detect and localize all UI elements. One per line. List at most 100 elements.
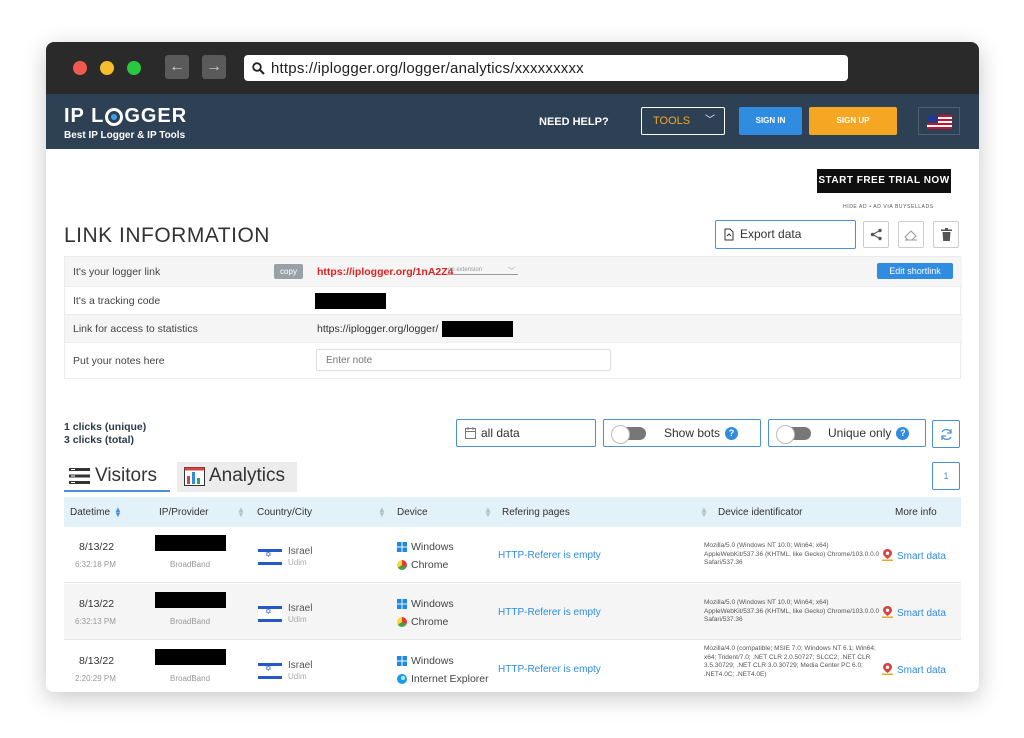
row-referer[interactable]: HTTP-Referer is empty <box>498 607 601 618</box>
tab-analytics-label: Analytics <box>209 465 286 486</box>
calendar-icon <box>465 427 476 439</box>
url-text: https://iplogger.org/logger/analytics/xx… <box>271 59 584 77</box>
export-data-button[interactable]: Export data <box>715 220 856 249</box>
stats-link-row: Link for access to statistics https://ip… <box>65 315 962 343</box>
column-device[interactable]: Device <box>397 507 428 518</box>
windows-icon <box>397 656 407 666</box>
row-time: 6:32:18 PM <box>75 560 116 569</box>
israel-flag-icon <box>258 606 282 622</box>
row-city: Udim <box>288 558 307 567</box>
israel-flag-icon <box>258 663 282 679</box>
row-provider: BroadBand <box>170 617 211 626</box>
date-filter-value: all data <box>481 426 520 440</box>
forward-arrow-icon[interactable]: → <box>202 55 226 79</box>
search-icon <box>252 61 265 75</box>
tab-analytics[interactable]: Analytics <box>177 462 297 492</box>
row-country: Israel <box>288 546 313 557</box>
export-data-label: Export data <box>740 227 802 241</box>
column-identificator[interactable]: Device identificator <box>718 507 802 518</box>
logger-link[interactable]: https://iplogger.org/1nA2Z4 <box>317 266 454 278</box>
row-date: 8/13/22 <box>79 655 115 667</box>
redacted-ip <box>155 535 226 551</box>
windows-icon <box>397 599 407 609</box>
copy-button[interactable]: copy <box>274 264 303 279</box>
sort-device-icon[interactable]: ▲ ▼ <box>484 506 492 519</box>
chevron-down-icon: ﹀ <box>705 115 715 126</box>
need-help-link[interactable]: NEED HELP? <box>539 116 609 128</box>
trash-icon <box>940 228 952 241</box>
site-logo[interactable]: IP L GGER Best IP Logger & IP Tools <box>64 105 187 141</box>
show-bots-label: Show bots? <box>664 420 739 446</box>
sign-in-button[interactable]: SIGN IN <box>739 107 802 135</box>
show-bots-text: Show bots <box>664 426 721 440</box>
stats-link[interactable]: https://iplogger.org/logger/ <box>317 323 438 335</box>
row-user-agent: Mozilla/4.0 (compatible; MSIE 7.0; Windo… <box>704 645 876 678</box>
sort-datetime-icon[interactable]: ▲ ▼ <box>114 506 122 519</box>
redacted-ip <box>155 592 226 608</box>
show-bots-toggle[interactable] <box>611 425 646 444</box>
row-user-agent: Mozilla/5.0 (Windows NT 10.0; Win64; x64… <box>704 542 880 566</box>
address-bar[interactable]: https://iplogger.org/logger/analytics/xx… <box>244 55 848 81</box>
row-time: 2:20:29 PM <box>75 674 116 683</box>
row-os: Windows <box>411 655 454 667</box>
sort-country-icon[interactable]: ▲ ▼ <box>378 506 386 519</box>
row-referer[interactable]: HTTP-Referer is empty <box>498 550 601 561</box>
show-bots-filter: Show bots? <box>603 419 761 447</box>
column-ip[interactable]: IP/Provider <box>159 507 208 518</box>
back-arrow-icon[interactable]: ← <box>165 55 189 79</box>
sort-ip-icon[interactable]: ▲ ▼ <box>237 506 245 519</box>
notes-row: Put your notes here <box>65 343 962 379</box>
refresh-button[interactable] <box>932 420 960 448</box>
page-1-button[interactable]: 1 <box>932 462 960 490</box>
export-icon <box>724 228 734 241</box>
help-icon[interactable]: ? <box>725 427 739 440</box>
language-selector[interactable] <box>918 107 960 135</box>
logo-tagline: Best IP Logger & IP Tools <box>64 130 186 141</box>
row-os: Windows <box>411 598 454 610</box>
maximize-window-button[interactable] <box>127 61 141 75</box>
tab-visitors-label: Visitors <box>95 465 157 486</box>
help-icon[interactable]: ? <box>896 427 910 440</box>
row-provider: BroadBand <box>170 560 211 569</box>
row-browser: Internet Explorer <box>411 673 489 685</box>
sign-up-button[interactable]: SIGN UP <box>809 107 897 135</box>
minimize-window-button[interactable] <box>100 61 114 75</box>
table-row: 8/13/22 6:32:13 PM BroadBand Israel Udim… <box>64 584 961 640</box>
sort-refering-icon[interactable]: ▲ ▼ <box>700 506 708 519</box>
table-row: 8/13/22 6:32:18 PM BroadBand Israel Udim… <box>64 527 961 583</box>
row-country: Israel <box>288 660 313 671</box>
notes-label: Put your notes here <box>73 355 165 367</box>
logo-text-b: GGER <box>124 105 188 127</box>
smart-data-label: Smart data <box>897 608 946 619</box>
internet-explorer-icon <box>397 674 407 684</box>
tracking-code-label: It's a tracking code <box>73 295 161 307</box>
row-referer[interactable]: HTTP-Referer is empty <box>498 664 601 675</box>
unique-only-toggle[interactable] <box>776 425 811 444</box>
row-user-agent: Mozilla/5.0 (Windows NT 10.0; Win64; x64… <box>704 599 880 623</box>
smart-data-link[interactable]: Smart data <box>882 606 946 619</box>
unique-only-label: Unique only? <box>828 420 910 446</box>
total-clicks: 3 clicks (total) <box>64 434 135 446</box>
edit-shortlink-button[interactable]: Edit shortlink <box>877 263 953 279</box>
smart-data-link[interactable]: Smart data <box>882 549 946 562</box>
start-trial-ad-button[interactable]: START FREE TRIAL NOW <box>817 169 951 193</box>
hide-ad-link[interactable]: HIDE AD • AD VIA BUYSELLADS <box>843 204 934 210</box>
smart-data-link[interactable]: Smart data <box>882 663 946 676</box>
column-refering[interactable]: Refering pages <box>502 507 570 518</box>
column-datetime[interactable]: Datetime <box>70 507 110 518</box>
share-button[interactable] <box>863 221 889 248</box>
chevron-down-icon: ﹀ <box>508 268 515 275</box>
clear-button[interactable] <box>898 221 924 248</box>
date-filter[interactable]: all data <box>456 419 596 447</box>
notes-input[interactable] <box>316 349 611 371</box>
delete-button[interactable] <box>933 221 959 248</box>
site-header: IP L GGER Best IP Logger & IP Tools NEED … <box>46 94 979 149</box>
tools-dropdown[interactable]: TOOLS ﹀ <box>641 107 725 135</box>
extension-select[interactable]: no extension ﹀ <box>448 267 518 275</box>
smart-data-label: Smart data <box>897 665 946 676</box>
tab-visitors[interactable]: Visitors <box>64 462 170 492</box>
row-date: 8/13/22 <box>79 598 115 610</box>
close-window-button[interactable] <box>73 61 87 75</box>
tools-label: TOOLS <box>653 115 691 127</box>
column-country[interactable]: Country/City <box>257 507 312 518</box>
